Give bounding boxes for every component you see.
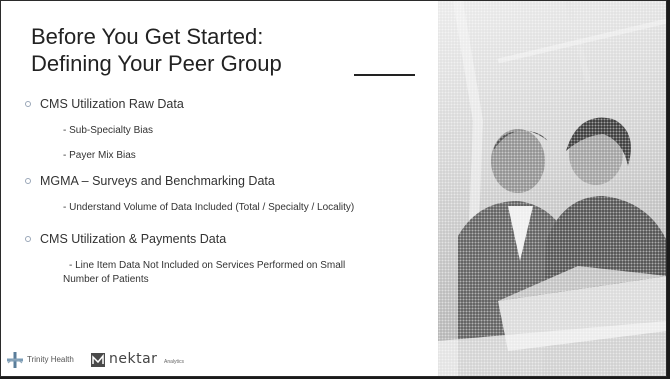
business-people-photo <box>438 1 666 376</box>
nektar-logo-icon <box>91 353 105 367</box>
bullet-item: MGMA – Surveys and Benchmarking Data <box>25 174 275 188</box>
title-line-2: Defining Your Peer Group <box>31 51 282 76</box>
bullet-label: CMS Utilization & Payments Data <box>40 232 227 246</box>
title-underline <box>354 74 415 76</box>
bullet-label: MGMA – Surveys and Benchmarking Data <box>40 174 275 188</box>
trinity-health-logo-icon <box>7 352 23 368</box>
sub-item: - Payer Mix Bias <box>63 150 136 161</box>
bullet-item: CMS Utilization & Payments Data <box>25 232 226 246</box>
footer-logos: Trinity Health nektar Analytics <box>6 349 206 371</box>
sub-item: - Understand Volume of Data Included (To… <box>63 202 355 213</box>
slide-title: Before You Get Started: Defining Your Pe… <box>31 23 431 77</box>
sub-item: Number of Patients <box>63 274 149 285</box>
sub-item: - Line Item Data Not Included on Service… <box>69 260 346 271</box>
bullet-dot-icon <box>25 100 31 107</box>
trinity-health-logo-text: Trinity Health <box>27 355 74 364</box>
nektar-logo-text: nektar <box>109 351 158 367</box>
bullet-label: CMS Utilization Raw Data <box>40 97 184 111</box>
nektar-logo-subtext: Analytics <box>164 359 185 365</box>
title-line-1: Before You Get Started: <box>31 24 264 49</box>
bullet-item: CMS Utilization Raw Data <box>25 97 184 111</box>
bullet-dot-icon <box>25 235 31 242</box>
sub-item: - Sub-Specialty Bias <box>63 125 154 136</box>
photo-dot-overlay <box>438 1 666 376</box>
slide: Before You Get Started: Defining Your Pe… <box>0 0 667 377</box>
bullet-dot-icon <box>25 177 31 184</box>
